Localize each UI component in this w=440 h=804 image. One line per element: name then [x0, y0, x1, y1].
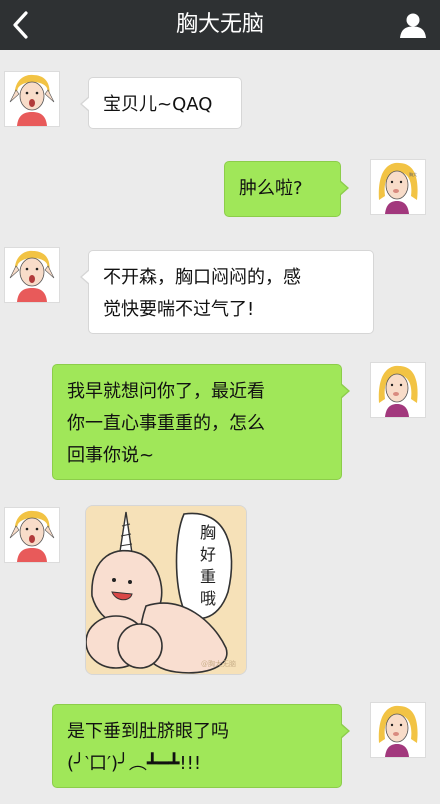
sticker-text-char: 好: [199, 545, 216, 564]
outgoing-message[interactable]: 肿么啦?: [224, 161, 349, 217]
outgoing-message[interactable]: 我早就想问你了，最近看 你一直心事重重的，怎么 回事你说~: [52, 364, 350, 480]
incoming-message[interactable]: 宝贝儿~QAQ: [80, 77, 242, 129]
message-line: (╯‵口′)╯︵┻━┻!!!: [67, 753, 202, 774]
cartoon-girl-avatar: [5, 248, 59, 302]
my-avatar[interactable]: [370, 362, 426, 418]
cartoon-girl-avatar: [5, 72, 59, 126]
cartoon-girl-avatar: [371, 703, 425, 757]
sticker-speech-bubble: 胸 好 重 哦: [188, 512, 228, 620]
profile-button[interactable]: [396, 8, 430, 42]
my-avatar[interactable]: [370, 702, 426, 758]
my-avatar[interactable]: 胸大: [370, 159, 426, 215]
sticker-text-char: 胸: [199, 523, 216, 542]
sticker-text-char: 哦: [199, 589, 216, 608]
sticker-text-char: 重: [199, 567, 216, 586]
message-line: 你一直心事重重的，怎么: [67, 413, 265, 434]
message-line: 觉快要喘不过气了!: [103, 299, 255, 320]
incoming-message[interactable]: 不开森，胸口闷闷的，感 觉快要喘不过气了!: [80, 250, 374, 334]
contact-avatar[interactable]: [4, 507, 60, 563]
chat-title: 胸大无脑: [175, 12, 264, 37]
message-line: 肿么啦?: [239, 178, 303, 199]
navigation-bar: 胸大无脑: [0, 0, 440, 50]
message-line: 回事你说~: [67, 445, 155, 466]
contact-avatar[interactable]: [4, 247, 60, 303]
person-icon: [400, 13, 426, 38]
contact-avatar[interactable]: [4, 71, 60, 127]
sticker-watermark: @胸大无脑: [201, 660, 236, 668]
cartoon-girl-avatar: 胸大: [371, 160, 425, 214]
outgoing-message[interactable]: 是下垂到肚脐眼了吗 (╯‵口′)╯︵┻━┻!!!: [52, 704, 350, 788]
sticker-message[interactable]: 胸 好 重 哦 @胸大无脑: [85, 505, 247, 675]
message-line: 我早就想问你了，最近看: [67, 381, 265, 402]
message-line: 宝贝儿~QAQ: [103, 94, 213, 115]
cartoon-girl-avatar: [5, 508, 59, 562]
svg-text:胸大: 胸大: [409, 171, 417, 177]
cartoon-girl-avatar: [371, 363, 425, 417]
message-line: 不开森，胸口闷闷的，感: [103, 267, 301, 288]
message-line: 是下垂到肚脐眼了吗: [67, 721, 229, 742]
